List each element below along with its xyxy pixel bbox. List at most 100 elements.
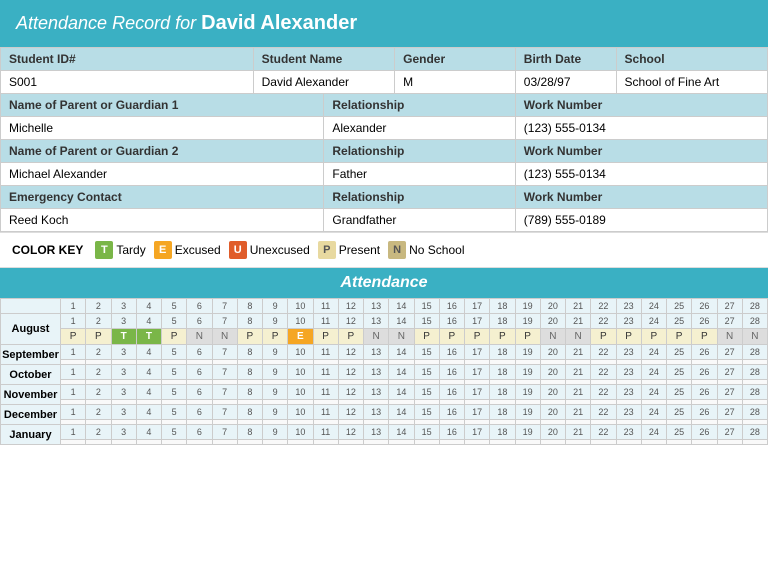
day-number: 9 [263, 365, 288, 380]
day-number: 22 [591, 385, 616, 400]
day-number: 20 [540, 365, 565, 380]
day-number: 24 [641, 314, 666, 329]
day-number: 15 [414, 345, 439, 360]
day-number: 24 [641, 405, 666, 420]
day-number: 3 [111, 425, 136, 440]
attendance-cell: P [162, 329, 187, 345]
day-number: 23 [616, 365, 641, 380]
day-number: 21 [566, 405, 591, 420]
day-number: 8 [237, 299, 262, 314]
attendance-cell: N [540, 329, 565, 345]
day-number: 19 [515, 405, 540, 420]
day-number: 6 [187, 385, 212, 400]
day-number: 27 [717, 405, 742, 420]
day-number: 15 [414, 299, 439, 314]
day-number: 23 [616, 385, 641, 400]
day-number: 8 [237, 405, 262, 420]
attendance-cell [641, 440, 666, 445]
key-excused: E Excused [154, 241, 221, 259]
day-number: 28 [742, 314, 767, 329]
attendance-cell: E [288, 329, 313, 345]
attendance-cell [515, 440, 540, 445]
day-number: 1 [61, 405, 86, 420]
day-number: 10 [288, 405, 313, 420]
day-number: 14 [389, 385, 414, 400]
day-number: 8 [237, 425, 262, 440]
day-number: 4 [136, 345, 161, 360]
day-number: 12 [338, 425, 363, 440]
day-number: 21 [566, 425, 591, 440]
day-number: 19 [515, 425, 540, 440]
emergency-rel-value: Grandfather [324, 209, 515, 232]
attendance-cell: P [692, 329, 717, 345]
day-number: 13 [364, 385, 389, 400]
day-number: 28 [742, 385, 767, 400]
day-number: 13 [364, 299, 389, 314]
day-number: 7 [212, 345, 237, 360]
day-number: 27 [717, 425, 742, 440]
day-number: 11 [313, 365, 338, 380]
attendance-cell [338, 440, 363, 445]
day-number: 22 [591, 299, 616, 314]
month-label: September [1, 345, 61, 365]
emergency-work-value: (789) 555-0189 [515, 209, 767, 232]
day-number: 25 [667, 385, 692, 400]
day-number: 2 [86, 299, 111, 314]
day-number: 9 [263, 299, 288, 314]
day-number: 2 [86, 314, 111, 329]
attendance-cell: T [136, 329, 161, 345]
attendance-cell [465, 440, 490, 445]
day-number: 6 [187, 425, 212, 440]
day-number: 3 [111, 365, 136, 380]
day-number: 2 [86, 385, 111, 400]
day-number: 24 [641, 425, 666, 440]
attendance-cell: P [414, 329, 439, 345]
day-number: 5 [162, 365, 187, 380]
day-number: 22 [591, 425, 616, 440]
attendance-cell: N [364, 329, 389, 345]
day-number: 4 [136, 425, 161, 440]
day-number: 17 [465, 425, 490, 440]
attendance-cell [86, 440, 111, 445]
attendance-cell: P [667, 329, 692, 345]
day-number: 15 [414, 405, 439, 420]
day-number: 8 [237, 365, 262, 380]
attendance-cell [136, 440, 161, 445]
attendance-cell: P [616, 329, 641, 345]
day-number: 12 [338, 314, 363, 329]
day-number: 1 [61, 345, 86, 360]
day-number: 27 [717, 365, 742, 380]
day-number: 16 [439, 299, 464, 314]
day-number: 14 [389, 405, 414, 420]
day-number: 2 [86, 365, 111, 380]
col-guardian2-work: Work Number [515, 140, 767, 163]
color-key: COLOR KEY T Tardy E Excused U Unexcused … [0, 232, 768, 268]
day-number: 18 [490, 314, 515, 329]
day-number: 7 [212, 365, 237, 380]
excused-label: Excused [175, 243, 221, 257]
gender-value: M [395, 71, 516, 94]
day-number: 18 [490, 385, 515, 400]
attendance-cell [742, 440, 767, 445]
day-number: 26 [692, 345, 717, 360]
day-number: 25 [667, 365, 692, 380]
day-number: 25 [667, 405, 692, 420]
day-number: 17 [465, 314, 490, 329]
birth-date-value: 03/28/97 [515, 71, 616, 94]
noschool-box: N [388, 241, 406, 259]
attendance-cell: P [61, 329, 86, 345]
day-number: 18 [490, 299, 515, 314]
attendance-table: 1234567891011121314151617181920212223242… [0, 298, 768, 445]
attendance-section: Attendance 12345678910111213141516171819… [0, 268, 768, 445]
day-number: 3 [111, 385, 136, 400]
day-number: 13 [364, 365, 389, 380]
day-number: 5 [162, 299, 187, 314]
day-number: 6 [187, 365, 212, 380]
month-label: January [1, 425, 61, 445]
day-number: 27 [717, 299, 742, 314]
attendance-cell: P [338, 329, 363, 345]
attendance-cell [111, 440, 136, 445]
day-number: 5 [162, 425, 187, 440]
day-number: 25 [667, 425, 692, 440]
header-prefix: Attendance Record for [16, 13, 196, 33]
